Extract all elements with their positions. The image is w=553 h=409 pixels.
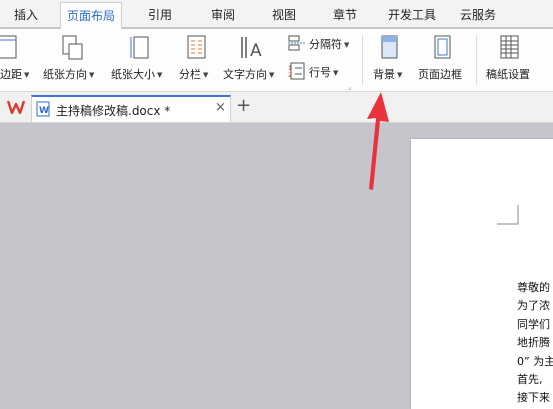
paper-size-label: 纸张大小 bbox=[111, 68, 155, 81]
chevron-down-icon: ▼ bbox=[157, 71, 163, 79]
columns-label: 分栏 bbox=[179, 68, 201, 81]
chevron-down-icon: ▼ bbox=[24, 71, 30, 79]
text-direction-icon: A bbox=[241, 37, 262, 61]
document-line: 接下来 bbox=[517, 391, 550, 404]
chevron-down-icon: ▼ bbox=[89, 71, 95, 79]
chevron-down-icon: ▼ bbox=[269, 71, 275, 79]
tab-insert[interactable]: 插入 bbox=[14, 0, 38, 27]
breaks-icon bbox=[288, 35, 305, 51]
svg-text:1: 1 bbox=[288, 65, 292, 72]
document-line: 尊敬的 bbox=[517, 281, 550, 294]
tab-chapter[interactable]: 章节 bbox=[333, 0, 357, 27]
paper-size-button[interactable]: 纸张大小 ▼ bbox=[108, 29, 176, 89]
tab-references[interactable]: 引用 bbox=[148, 0, 172, 27]
divider bbox=[476, 35, 477, 85]
tab-review[interactable]: 审阅 bbox=[211, 0, 235, 27]
manuscript-settings-label: 稿纸设置 bbox=[486, 68, 530, 81]
breaks-button[interactable]: 分隔符 ▼ bbox=[288, 33, 358, 53]
svg-text:A: A bbox=[250, 41, 262, 61]
menu-bar: 插入 页面布局 引用 审阅 视图 章节 开发工具 云服务 bbox=[0, 0, 553, 29]
chevron-down-icon: ▼ bbox=[333, 69, 339, 77]
dialog-launcher-icon[interactable]: ⌟ bbox=[348, 83, 351, 91]
page-background-icon bbox=[381, 35, 398, 59]
divider bbox=[362, 35, 363, 85]
tab-developer[interactable]: 开发工具 bbox=[388, 0, 436, 27]
new-tab-icon[interactable]: + bbox=[236, 95, 251, 116]
margins-icon bbox=[0, 35, 17, 59]
document-line: 同学们 bbox=[517, 318, 550, 331]
manuscript-settings-button[interactable]: 稿纸设置 bbox=[483, 29, 539, 89]
orientation-button[interactable]: 纸张方向 ▼ bbox=[40, 29, 104, 89]
chevron-down-icon: ▼ bbox=[203, 71, 209, 79]
tab-view[interactable]: 视图 bbox=[272, 0, 296, 27]
background-label: 背景 bbox=[373, 68, 395, 81]
margin-corner-mark bbox=[497, 205, 519, 225]
line-numbers-icon: 1 2 bbox=[288, 62, 305, 80]
margins-label: 边距 bbox=[0, 68, 22, 81]
page-border-label: 页面边框 bbox=[418, 68, 462, 81]
wps-logo-icon bbox=[7, 100, 26, 114]
line-numbers-button[interactable]: 1 2 行号 ▼ bbox=[288, 61, 348, 81]
paper-size-icon bbox=[130, 36, 149, 59]
chevron-down-icon: ▼ bbox=[344, 41, 350, 49]
columns-button[interactable]: 分栏 ▼ bbox=[177, 29, 219, 89]
tab-page-layout[interactable]: 页面布局 bbox=[60, 2, 123, 29]
line-numbers-label: 行号 bbox=[309, 66, 331, 79]
document-line: 为了浓 bbox=[517, 299, 550, 312]
word-document-icon: W bbox=[36, 101, 50, 117]
document-line: 0” 为主 bbox=[517, 355, 553, 368]
manuscript-grid-icon bbox=[500, 35, 519, 59]
background-button[interactable]: 背景 ▼ bbox=[370, 29, 412, 89]
document-tab-bar: W 主持稿修改稿.docx * × + bbox=[0, 92, 553, 123]
chevron-down-icon: ▼ bbox=[397, 71, 403, 79]
margins-button[interactable]: 边距 ▼ bbox=[0, 29, 36, 89]
orientation-icon bbox=[62, 35, 83, 60]
document-line: 地折腾 bbox=[517, 336, 550, 349]
orientation-label: 纸张方向 bbox=[43, 68, 87, 81]
breaks-label: 分隔符 bbox=[309, 38, 342, 51]
page-border-icon bbox=[434, 35, 451, 59]
tab-cloud[interactable]: 云服务 bbox=[460, 0, 496, 27]
document-tab[interactable]: W 主持稿修改稿.docx * × bbox=[31, 95, 231, 122]
document-filename: 主持稿修改稿.docx * bbox=[56, 104, 171, 118]
text-direction-button[interactable]: A 文字方向 ▼ bbox=[221, 29, 285, 89]
document-line: 首先, bbox=[517, 373, 543, 386]
close-tab-icon[interactable]: × bbox=[215, 100, 226, 115]
columns-icon bbox=[187, 35, 206, 59]
svg-text:W: W bbox=[39, 106, 49, 116]
svg-text:2: 2 bbox=[288, 72, 292, 79]
ribbon: 边距 ▼ 纸张方向 ▼ 纸张大小 ▼ 分栏 ▼ A 文字方向 ▼ 分隔符 ▼ 1… bbox=[0, 29, 553, 92]
page-border-button[interactable]: 页面边框 bbox=[416, 29, 470, 89]
text-direction-label: 文字方向 bbox=[223, 68, 267, 81]
